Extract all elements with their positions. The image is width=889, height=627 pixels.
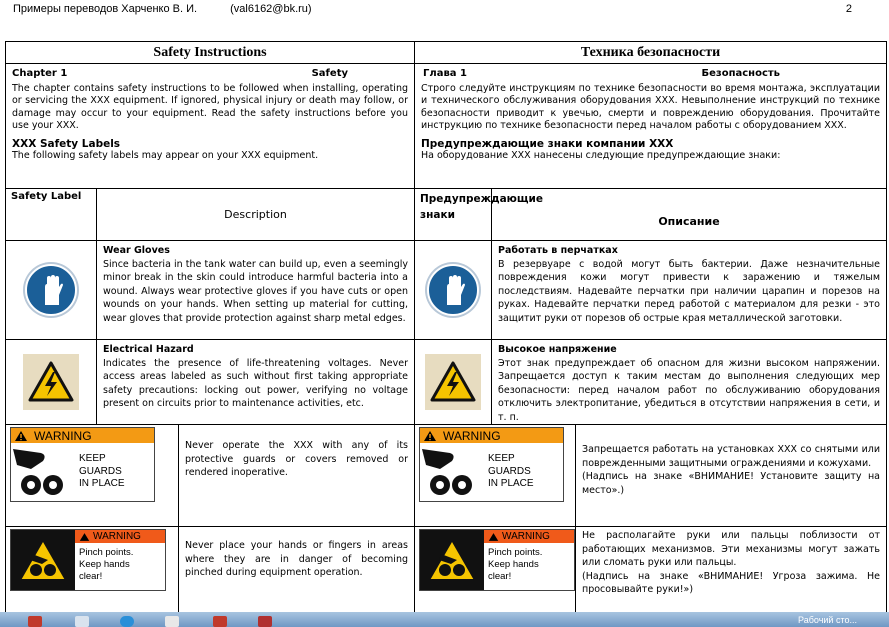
ru-row-text: В резервуаре с водой могут быть бактерии… — [498, 258, 880, 324]
en-chapter: Chapter 1 — [12, 68, 68, 79]
en-col-description: Description — [224, 208, 287, 221]
table-row: Высокое напряжение Этот знак предупрежда… — [415, 340, 886, 425]
ru-row-note: (Надпись на знаке «ВНИМАНИЕ! Установите … — [582, 471, 880, 496]
table-row: WARNING Pinch points. Keep hands clear! … — [6, 527, 414, 617]
header-title: Примеры переводов Харченко В. И. — [13, 3, 198, 15]
en-row-text: Since bacteria in the tank water can bui… — [103, 258, 408, 324]
ru-row-title: Высокое напряжение — [498, 344, 617, 355]
ru-intro-text: Строго следуйте инструкциям по технике б… — [421, 82, 880, 132]
en-row-text: Never place your hands or fingers in are… — [185, 540, 408, 578]
table-row: Electrical Hazard Indicates the presence… — [6, 340, 414, 425]
pdf-icon[interactable] — [213, 616, 227, 627]
english-column: Safety Instructions Chapter 1 Safety The… — [5, 41, 415, 627]
ru-row-note: (Надпись на знаке «ВНИМАНИЕ! Угроза зажи… — [582, 570, 880, 596]
app-icon[interactable] — [258, 616, 272, 627]
ru-labels-heading: Предупреждающие знаки компании XXX — [421, 137, 674, 150]
skype-icon[interactable] — [120, 616, 134, 627]
electrical-hazard-icon — [430, 361, 476, 402]
en-labels-heading: XXX Safety Labels — [12, 137, 121, 150]
wear-gloves-icon — [25, 264, 77, 316]
pinch-points-warning-icon: WARNING Pinch points. Keep hands clear! — [419, 529, 575, 591]
en-col-safety-label: Safety Label — [6, 189, 97, 240]
table-row: WARNING KEEP GUARDS IN PLACE Never opera… — [6, 425, 414, 527]
russian-column: Техника безопасности Глава 1 Безопасност… — [414, 41, 887, 627]
en-row-text: Never operate the XXX with any of its pr… — [185, 440, 408, 478]
ru-chapter-title: Безопасность — [701, 68, 781, 79]
en-chapter-title: Safety — [311, 68, 348, 79]
ru-row-text: Этот знак предупреждает об опасном для ж… — [498, 357, 880, 423]
app-icon[interactable] — [28, 616, 42, 627]
ru-labels-text: На оборудование XXX нанесены следующие п… — [421, 150, 781, 161]
en-intro-block: Chapter 1 Safety The chapter contains sa… — [6, 64, 414, 189]
ru-col-warning-signs: Предупреждающие знаки — [415, 189, 543, 240]
ru-title: Техника безопасности — [415, 42, 886, 64]
ru-col-description: Описание — [658, 215, 720, 228]
table-row: WARNING Pinch points. Keep hands clear! … — [415, 527, 886, 617]
en-row-text: Indicates the presence of life-threateni… — [103, 357, 408, 410]
taskbar-desktop-label[interactable]: Рабочий сто... — [798, 615, 857, 625]
page-number: 2 — [845, 3, 852, 15]
en-table-header: Safety Label Description — [6, 189, 414, 241]
table-row: Wear Gloves Since bacteria in the tank w… — [6, 241, 414, 340]
table-row: WARNING KEEP GUARDS IN PLACE Запрещается… — [415, 425, 886, 527]
ru-table-header: Предупреждающие знаки Описание — [415, 189, 886, 241]
en-title: Safety Instructions — [6, 42, 414, 64]
en-row-title: Electrical Hazard — [103, 344, 194, 355]
keep-guards-warning-icon: WARNING KEEP GUARDS IN PLACE — [10, 427, 155, 502]
wear-gloves-icon — [427, 264, 479, 316]
ru-chapter: Глава 1 — [423, 68, 467, 79]
en-row-title: Wear Gloves — [103, 245, 170, 256]
ru-row-title: Работать в перчатках — [498, 245, 618, 256]
keep-guards-warning-icon: WARNING KEEP GUARDS IN PLACE — [419, 427, 564, 502]
electrical-hazard-icon — [28, 361, 74, 402]
app-icon[interactable] — [165, 616, 179, 627]
page-header: Примеры переводов Харченко В. И. (val616… — [13, 3, 312, 15]
taskbar: Рабочий сто... — [0, 612, 889, 627]
app-icon[interactable] — [75, 616, 89, 627]
en-labels-text: The following safety labels may appear o… — [12, 150, 319, 161]
ru-row-text: Запрещается работать на установках XXX с… — [582, 444, 880, 469]
table-row: Работать в перчатках В резервуаре с водо… — [415, 241, 886, 340]
ru-row-text: Не располагайте руки или пальцы поблизос… — [582, 530, 880, 568]
ru-intro-block: Глава 1 Безопасность Строго следуйте инс… — [415, 64, 886, 189]
en-intro-text: The chapter contains safety instructions… — [12, 82, 408, 132]
header-email: (val6162@bk.ru) — [230, 3, 312, 15]
pinch-points-warning-icon: WARNING Pinch points. Keep hands clear! — [10, 529, 166, 591]
